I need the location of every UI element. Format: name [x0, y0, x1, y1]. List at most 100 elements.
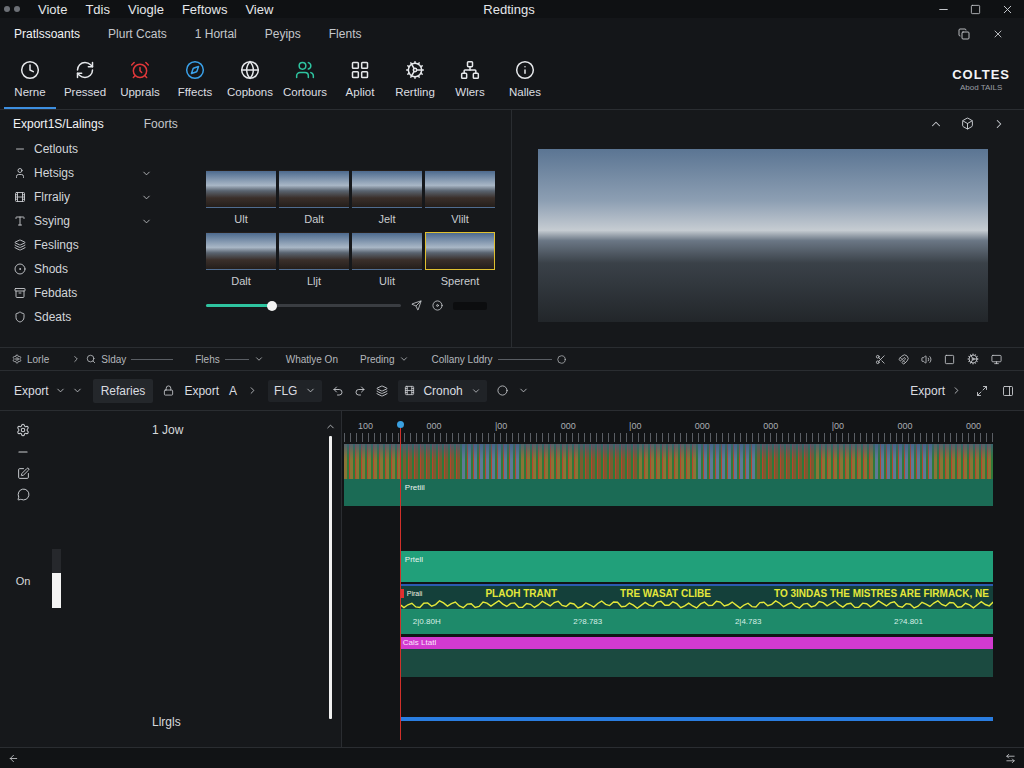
gear-icon[interactable]: [16, 423, 30, 437]
thumbnail[interactable]: Vlilt: [425, 170, 495, 226]
circle-icon[interactable]: [497, 385, 508, 396]
thumbnail[interactable]: Lljt: [279, 232, 349, 288]
tool-icon[interactable]: [350, 60, 370, 80]
zoom-slider[interactable]: [206, 304, 401, 307]
magnet-icon[interactable]: [898, 354, 909, 365]
tool-button[interactable]: Nerne: [4, 50, 56, 109]
chevron-right-icon[interactable]: [247, 385, 258, 396]
minimize-icon[interactable]: [937, 3, 950, 16]
tool-button[interactable]: Pressed: [59, 50, 111, 109]
tool-icon[interactable]: [515, 60, 535, 80]
toolbar-button[interactable]: Refaries: [93, 379, 154, 403]
tab[interactable]: 1 Hortal: [195, 27, 237, 41]
panel-tab[interactable]: Export1S/Lalings: [13, 117, 104, 131]
panel-tab[interactable]: Foorts: [144, 117, 178, 131]
video-clip[interactable]: [344, 444, 403, 479]
caption-text[interactable]: TRE WASAT CLIBE: [620, 588, 711, 599]
monitor-icon[interactable]: [991, 354, 1002, 365]
chevron-up-icon[interactable]: [929, 117, 943, 131]
sidebar-item[interactable]: Febdats: [14, 281, 190, 305]
font-button[interactable]: A: [229, 384, 237, 398]
close-icon[interactable]: [992, 28, 1004, 40]
sidebar-item[interactable]: Cetlouts: [14, 137, 190, 161]
tool-icon[interactable]: [295, 60, 315, 80]
video-clip[interactable]: [580, 444, 639, 479]
line-track[interactable]: [400, 717, 993, 721]
chevron-right-icon[interactable]: [992, 117, 1006, 131]
video-clip[interactable]: [757, 444, 816, 479]
layers-icon[interactable]: [376, 385, 388, 397]
tool-icon[interactable]: [185, 60, 205, 80]
comment-icon[interactable]: [17, 488, 30, 501]
toolbar-label[interactable]: Export: [184, 384, 219, 398]
marker-time[interactable]: 2?8.783: [573, 617, 602, 626]
expand-chevron-icon[interactable]: [141, 216, 152, 227]
tool-button[interactable]: Fffects: [169, 50, 221, 109]
format-dropdown[interactable]: FLG: [268, 380, 322, 402]
tool-icon[interactable]: [460, 60, 480, 80]
tool-button[interactable]: Cortours: [279, 50, 331, 109]
close-icon[interactable]: [1001, 3, 1014, 16]
copy-icon[interactable]: [958, 28, 970, 40]
edit-icon[interactable]: [17, 467, 30, 480]
thumbnail[interactable]: Sperent: [425, 232, 495, 288]
video-clip[interactable]: [403, 444, 462, 479]
menu-item[interactable]: View: [245, 2, 273, 17]
tab[interactable]: Plurt Ccats: [108, 27, 167, 41]
search-icon[interactable]: [86, 354, 96, 364]
playhead-knob[interactable]: [397, 421, 404, 428]
thumbnail[interactable]: Ulit: [352, 232, 422, 288]
sidebar-item[interactable]: Shods: [14, 257, 190, 281]
tool-button[interactable]: Rertling: [389, 50, 441, 109]
thumbnail[interactable]: Dalt: [279, 170, 349, 226]
frame-icon[interactable]: [961, 117, 974, 130]
tool-icon[interactable]: [240, 60, 260, 80]
caption-track[interactable]: PiraliPLAOH TRANTTRE WASAT CLIBETO 3INDA…: [400, 584, 993, 609]
menu-item[interactable]: Viote: [38, 2, 67, 17]
filter-dropdown[interactable]: Flehs: [195, 354, 263, 365]
circle-icon[interactable]: [557, 355, 566, 364]
sidebar-item[interactable]: Ssying: [14, 209, 190, 233]
tool-button[interactable]: Apliot: [334, 50, 386, 109]
thumbnail[interactable]: Ult: [206, 170, 276, 226]
square-icon[interactable]: [944, 354, 955, 365]
redo-icon[interactable]: [354, 385, 366, 397]
playhead[interactable]: [400, 424, 401, 740]
tool-icon[interactable]: [405, 60, 425, 80]
tool-button[interactable]: Wlers: [444, 50, 496, 109]
thumbnail[interactable]: Dalt: [206, 232, 276, 288]
track-name[interactable]: 1 Jow: [52, 423, 319, 437]
sidebar-item[interactable]: Hetsigs: [14, 161, 190, 185]
marker-track[interactable]: 2|0.80H2?8.7832|4.7832?4.801: [400, 609, 993, 634]
scrollbar[interactable]: [329, 436, 332, 719]
filter-range[interactable]: Collany Lddry: [431, 354, 565, 365]
time-ruler[interactable]: 100000|00000|00000000|00000000: [344, 411, 993, 444]
tool-button[interactable]: Copbons: [224, 50, 276, 109]
video-clip[interactable]: [521, 444, 580, 479]
video-track[interactable]: [344, 444, 993, 479]
export-menu[interactable]: Export: [14, 384, 83, 398]
chevron-down-icon[interactable]: [72, 385, 83, 396]
view-dropdown[interactable]: Cronoh: [398, 380, 486, 402]
tool-button[interactable]: Upprals: [114, 50, 166, 109]
video-clip[interactable]: [934, 444, 993, 479]
tool-icon[interactable]: [130, 60, 150, 80]
marker-time[interactable]: 2|4.783: [735, 617, 762, 626]
title-track[interactable]: Prtell: [400, 551, 993, 582]
expand-chevron-icon[interactable]: [141, 192, 152, 203]
maximize-icon[interactable]: [970, 4, 981, 15]
window-dot[interactable]: [4, 6, 10, 12]
back-arrow-icon[interactable]: [8, 753, 19, 764]
zoom-knob[interactable]: [267, 301, 277, 311]
zoom-field[interactable]: [453, 302, 487, 310]
chevron-down-icon[interactable]: [399, 354, 409, 364]
window-dot[interactable]: [14, 6, 20, 12]
scroll-up-icon[interactable]: [325, 421, 336, 432]
panel-icon[interactable]: [1002, 385, 1014, 397]
scissors-icon[interactable]: [875, 354, 886, 365]
menu-item[interactable]: Feftows: [182, 2, 228, 17]
filter-toggle[interactable]: Whatlye On: [286, 354, 338, 365]
chevron-down-icon[interactable]: [471, 386, 481, 396]
line-icon[interactable]: [16, 445, 30, 459]
video-clip[interactable]: [462, 444, 521, 479]
